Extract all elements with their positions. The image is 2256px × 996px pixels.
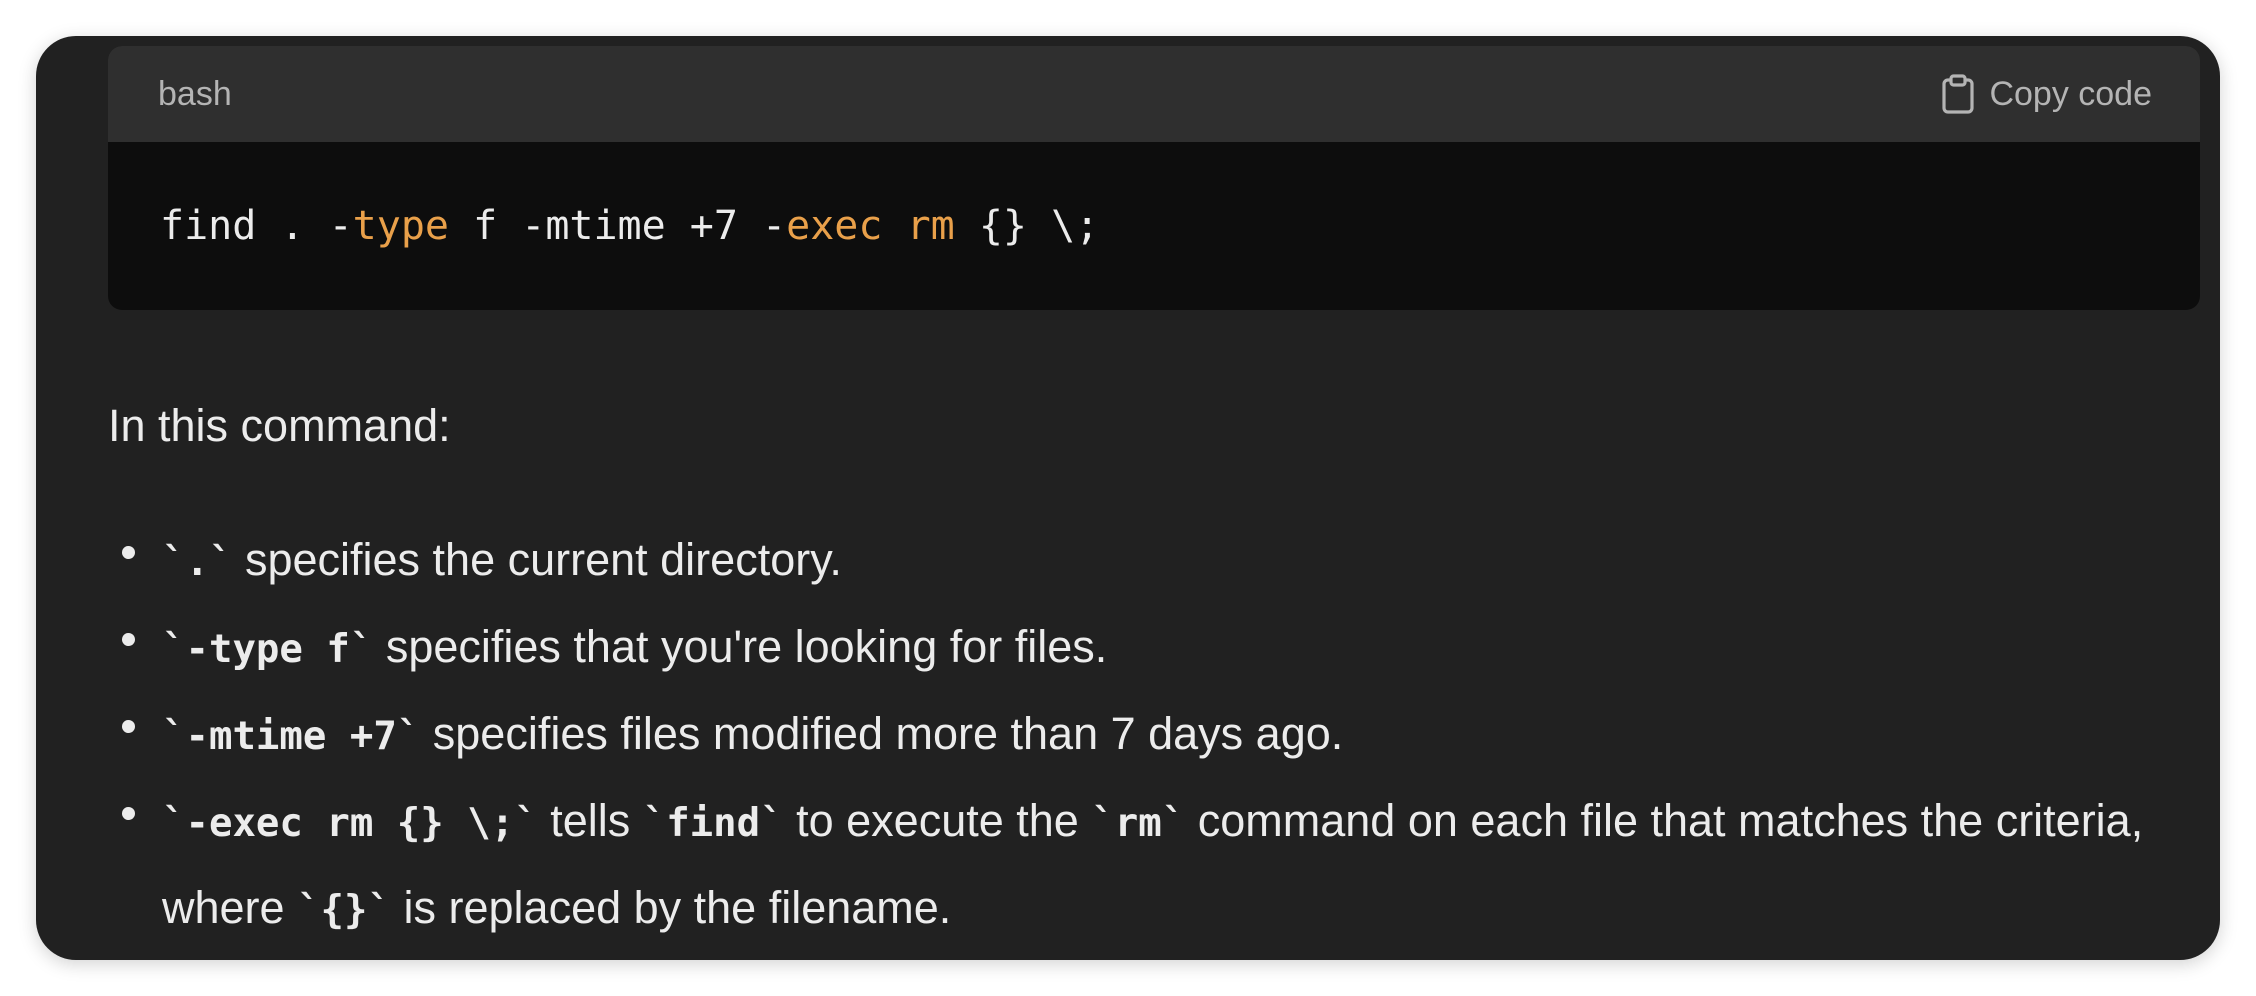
list-item-text: specifies the current directory. (232, 534, 842, 585)
list-item-text: specifies that you're looking for files. (373, 621, 1108, 672)
list-item-text: specifies files modified more than 7 day… (420, 708, 1344, 759)
list-item: `-mtime +7` specifies files modified mor… (108, 692, 2168, 779)
explanation-intro: In this command: (108, 400, 451, 451)
bullet-dot-icon (122, 720, 135, 733)
copy-code-label: Copy code (1989, 74, 2152, 113)
inline-code: `{}` (297, 888, 391, 933)
inline-code: `-type f` (162, 627, 374, 672)
bullet-dot-icon (122, 546, 135, 559)
list-item: `-type f` specifies that you're looking … (108, 605, 2168, 692)
code-keyword: type (352, 203, 449, 249)
code-block: bash Copy code find . -type f -mtime +7 … (108, 46, 2200, 310)
code-block-header: bash Copy code (108, 46, 2200, 142)
list-item: `.` specifies the current directory. (108, 518, 2168, 605)
explanation: In this command: `.` specifies the curre… (108, 386, 2168, 953)
list-item-text: is replaced by the filename. (391, 882, 952, 933)
list-item-text: tells (537, 795, 643, 846)
code-content: find . -type f -mtime +7 -exec rm {} \; (108, 142, 2200, 250)
code-text: f -mtime +7 - (448, 203, 787, 249)
inline-code: `-mtime +7` (162, 714, 421, 759)
code-keyword: rm (906, 203, 955, 249)
list-item: `-exec rm {} \;` tells `find` to execute… (108, 779, 2168, 953)
clipboard-icon (1941, 74, 1975, 114)
code-language-label: bash (158, 74, 232, 113)
list-item-text: to execute the (783, 795, 1092, 846)
copy-code-button[interactable]: Copy code (1941, 74, 2152, 114)
explanation-list: `.` specifies the current directory. `-ty… (108, 518, 2168, 953)
code-text: {} \; (954, 203, 1100, 249)
chat-message: bash Copy code find . -type f -mtime +7 … (36, 36, 2220, 960)
inline-code: `rm` (1091, 801, 1186, 846)
inline-code: `find` (642, 801, 784, 846)
bullet-dot-icon (122, 807, 135, 820)
inline-code: `-exec rm {} \;` (162, 801, 538, 846)
inline-code: `.` (162, 540, 233, 585)
code-keyword: exec (786, 203, 883, 249)
bullet-dot-icon (122, 633, 135, 646)
code-text: find . - (160, 203, 353, 249)
